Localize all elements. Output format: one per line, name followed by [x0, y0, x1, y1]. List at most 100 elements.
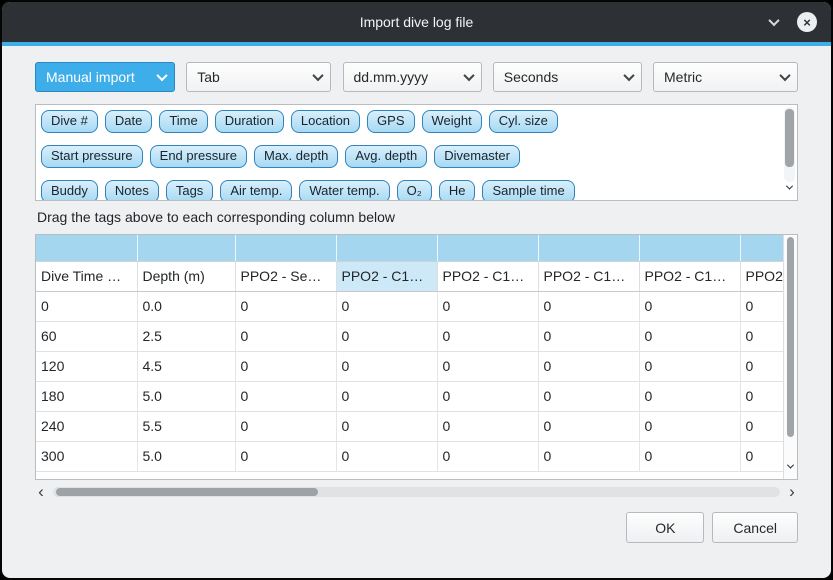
cancel-button[interactable]: Cancel	[712, 512, 798, 543]
shade-button[interactable]	[765, 13, 783, 31]
column-header-0[interactable]: Dive Time …	[36, 261, 137, 291]
cell-r4-c1: 5.5	[137, 411, 235, 441]
units-value: Metric	[664, 69, 702, 85]
import-mode-combo[interactable]: Manual import	[35, 62, 175, 92]
tag-cyl-size[interactable]: Cyl. size	[489, 110, 558, 133]
tag-notes[interactable]: Notes	[105, 180, 159, 201]
field-separator-combo[interactable]: Tab	[186, 62, 331, 92]
close-icon: ×	[803, 16, 811, 29]
tag-time[interactable]: Time	[159, 110, 207, 133]
cell-r0-c2: 0	[235, 291, 336, 321]
tag-divemaster[interactable]: Divemaster	[434, 145, 520, 168]
scroll-left-button[interactable]: ‹	[35, 486, 47, 498]
tag-dive[interactable]: Dive #	[41, 110, 98, 133]
tag-water-temp[interactable]: Water temp.	[299, 180, 389, 201]
tag-he[interactable]: He	[439, 180, 476, 201]
cell-r2-c0: 120	[36, 351, 137, 381]
cell-r1-c5: 0	[538, 321, 639, 351]
preview-table: Dive Time …Depth (m)PPO2 - Se…PPO2 - C1……	[36, 235, 786, 472]
tag-avg-depth[interactable]: Avg. depth	[345, 145, 427, 168]
tag-scrollbar[interactable]	[784, 107, 795, 182]
cell-r2-c2: 0	[235, 351, 336, 381]
time-format-combo[interactable]: Seconds	[493, 62, 642, 92]
scroll-down-button[interactable]	[784, 185, 795, 197]
cell-r2-c6: 0	[639, 351, 740, 381]
cell-r2-c1: 4.5	[137, 351, 235, 381]
table-scrollbar-handle[interactable]	[787, 237, 794, 437]
tag-o[interactable]: O₂	[397, 180, 432, 201]
column-header-7[interactable]: PPO2	[740, 261, 785, 291]
header-row: Dive Time …Depth (m)PPO2 - Se…PPO2 - C1……	[36, 261, 785, 291]
cell-r5-c6: 0	[639, 441, 740, 471]
drop-cell-1[interactable]	[137, 235, 235, 261]
cell-r4-c4: 0	[437, 411, 538, 441]
drop-cell-4[interactable]	[437, 235, 538, 261]
column-header-4[interactable]: PPO2 - C1…	[437, 261, 538, 291]
scroll-down-button[interactable]	[785, 464, 796, 476]
horizontal-scrollbar[interactable]: ‹ ›	[35, 485, 798, 499]
cell-r3-c6: 0	[639, 381, 740, 411]
cell-r1-c3: 0	[336, 321, 437, 351]
tag-scrollbar-handle[interactable]	[785, 109, 794, 167]
date-format-value: dd.mm.yyyy	[354, 69, 429, 85]
column-header-1[interactable]: Depth (m)	[137, 261, 235, 291]
tag-end-pressure[interactable]: End pressure	[150, 145, 247, 168]
preview-table-area: Dive Time …Depth (m)PPO2 - Se…PPO2 - C1……	[35, 234, 798, 480]
cell-r3-c5: 0	[538, 381, 639, 411]
table-row-5: 3005.0000000	[36, 441, 785, 471]
ok-button[interactable]: OK	[626, 512, 704, 543]
units-combo[interactable]: Metric	[653, 62, 798, 92]
table-scrollbar[interactable]	[783, 235, 797, 479]
drop-cell-5[interactable]	[538, 235, 639, 261]
tag-buddy[interactable]: Buddy	[41, 180, 98, 201]
drop-cell-6[interactable]	[639, 235, 740, 261]
toolbar: Manual import Tab dd.mm.yyyy Seconds Met…	[35, 62, 798, 92]
column-header-6[interactable]: PPO2 - C1…	[639, 261, 740, 291]
close-button[interactable]: ×	[797, 12, 817, 32]
tag-weight[interactable]: Weight	[422, 110, 482, 133]
table-row-0: 00.0000000	[36, 291, 785, 321]
tag-duration[interactable]: Duration	[215, 110, 284, 133]
drop-cell-0[interactable]	[36, 235, 137, 261]
drop-target-row	[36, 235, 785, 261]
table-row-2: 1204.5000000	[36, 351, 785, 381]
column-header-2[interactable]: PPO2 - Se…	[235, 261, 336, 291]
dialog-buttons: OK Cancel	[35, 512, 798, 543]
drop-cell-2[interactable]	[235, 235, 336, 261]
tag-air-temp[interactable]: Air temp.	[220, 180, 292, 201]
column-header-3[interactable]: PPO2 - C1…	[336, 261, 437, 291]
cell-r4-c0: 240	[36, 411, 137, 441]
cell-r5-c0: 300	[36, 441, 137, 471]
cell-r2-c7: 0	[740, 351, 785, 381]
chevron-down-icon	[768, 15, 779, 26]
tag-date[interactable]: Date	[105, 110, 152, 133]
cell-r1-c6: 0	[639, 321, 740, 351]
tag-location[interactable]: Location	[291, 110, 360, 133]
titlebar-buttons: ×	[765, 2, 817, 42]
drop-cell-7[interactable]	[740, 235, 785, 261]
hscroll-track[interactable]	[53, 487, 780, 497]
tag-list: Dive # Date Time Duration Location GPS Weight C…	[36, 105, 797, 201]
cell-r4-c6: 0	[639, 411, 740, 441]
cell-r3-c0: 180	[36, 381, 137, 411]
tag-max-depth[interactable]: Max. depth	[254, 145, 338, 168]
tag-tags[interactable]: Tags	[166, 180, 213, 201]
tag-start-pressure[interactable]: Start pressure	[41, 145, 143, 168]
cell-r0-c5: 0	[538, 291, 639, 321]
field-separator-value: Tab	[197, 69, 220, 85]
cell-r5-c7: 0	[740, 441, 785, 471]
date-format-combo[interactable]: dd.mm.yyyy	[343, 62, 482, 92]
cell-r3-c1: 5.0	[137, 381, 235, 411]
column-header-5[interactable]: PPO2 - C1…	[538, 261, 639, 291]
tag-gps[interactable]: GPS	[367, 110, 414, 133]
cell-r1-c2: 0	[235, 321, 336, 351]
cell-r3-c3: 0	[336, 381, 437, 411]
cell-r4-c3: 0	[336, 411, 437, 441]
cell-r1-c1: 2.5	[137, 321, 235, 351]
cell-r5-c2: 0	[235, 441, 336, 471]
tag-sample-time[interactable]: Sample time	[482, 180, 574, 201]
hscroll-handle[interactable]	[56, 488, 318, 496]
scroll-right-button[interactable]: ›	[786, 486, 798, 498]
cell-r0-c4: 0	[437, 291, 538, 321]
drop-cell-3[interactable]	[336, 235, 437, 261]
